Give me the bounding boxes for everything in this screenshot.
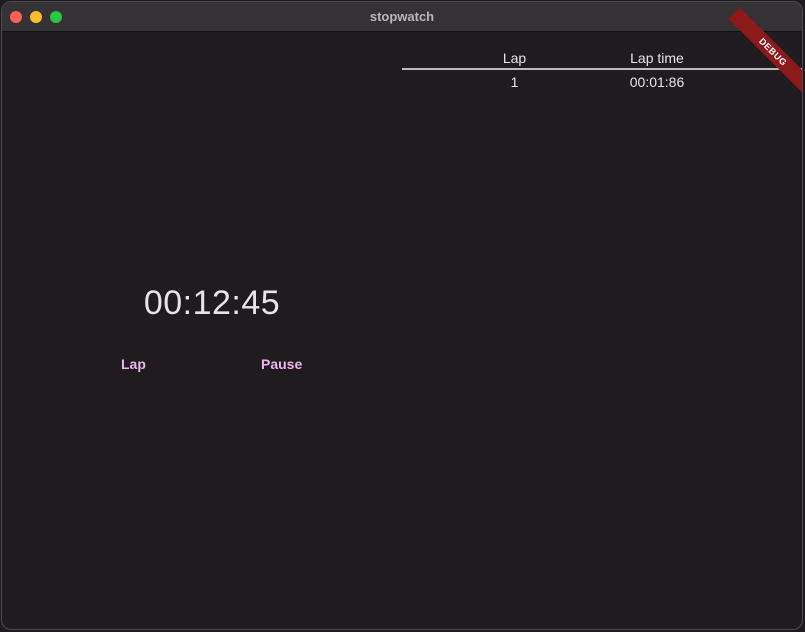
title-bar[interactable]: stopwatch (2, 2, 802, 32)
app-content: 00:12:45 Lap Pause Lap Lap time 1 00:01:… (2, 7, 802, 629)
window-title: stopwatch (369, 9, 435, 24)
lap-number-cell: 1 (510, 74, 519, 90)
lap-time-column-header: Lap time (630, 50, 684, 66)
lap-table: Lap Lap time 1 00:01:86 (402, 48, 802, 92)
lap-button[interactable]: Lap (121, 356, 146, 372)
table-row: 1 00:01:86 (402, 70, 802, 92)
lap-table-header: Lap Lap time (402, 48, 802, 70)
lap-column-header: Lap (502, 50, 527, 66)
pause-button[interactable]: Pause (261, 356, 302, 372)
lap-time-cell: 00:01:86 (629, 74, 685, 90)
app-window: stopwatch 00:12:45 Lap Pause Lap Lap tim… (1, 1, 803, 630)
elapsed-time-display: 00:12:45 (143, 284, 281, 322)
